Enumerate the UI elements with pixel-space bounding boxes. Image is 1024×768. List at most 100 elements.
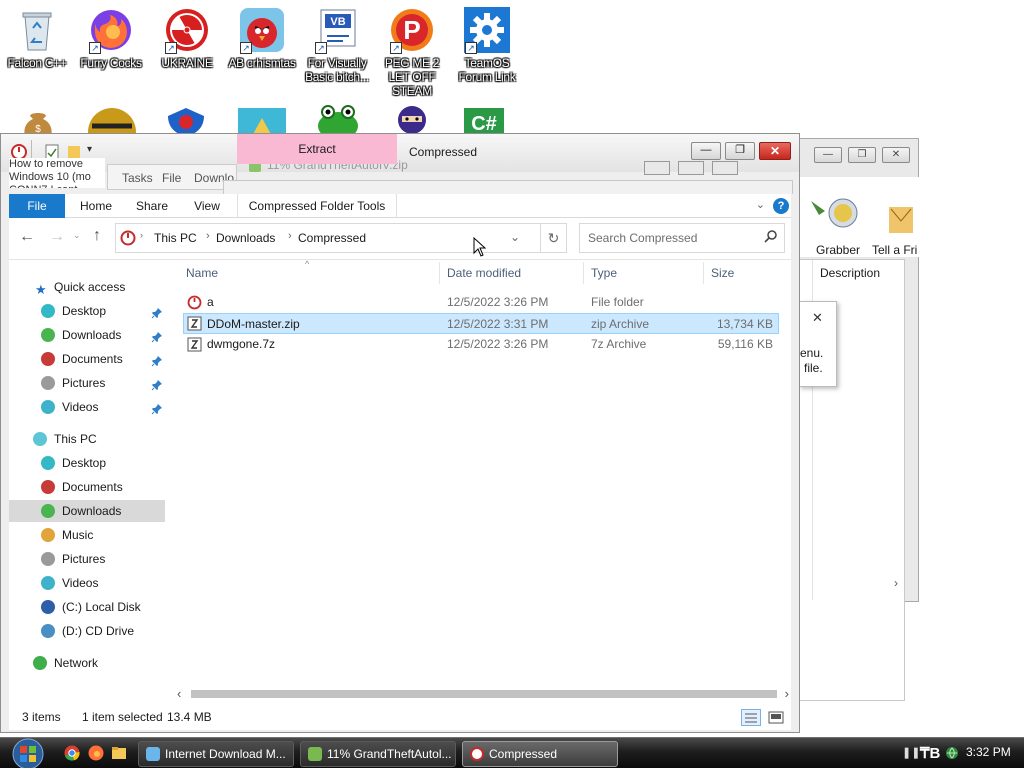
desktop-icon-vb[interactable]: VB ↗ For Visually Basic bitch...	[300, 6, 374, 84]
status-size: 13.4 MB	[167, 710, 212, 724]
nav-network[interactable]: Network	[9, 652, 165, 674]
start-button[interactable]	[8, 738, 50, 768]
breadcrumb-compressed[interactable]: Compressed	[298, 231, 366, 245]
chevron-right-icon[interactable]: ›	[288, 230, 292, 242]
address-dropdown-icon[interactable]: ⌄	[510, 230, 520, 244]
minimize-button[interactable]: —	[814, 147, 842, 163]
explorer-window[interactable]: ▾ How to remove Windows 10 (mo CONN7 I c…	[0, 133, 800, 733]
tab-share[interactable]: Share	[129, 194, 175, 218]
details-view-icon[interactable]	[741, 709, 761, 726]
scroll-right-icon[interactable]: ›	[894, 576, 898, 590]
search-input[interactable]: Search Compressed	[579, 223, 785, 253]
file-row[interactable]: dwmgone.7z 12/5/2022 3:26 PM 7z Archive …	[183, 334, 779, 355]
large-icons-view-icon[interactable]	[767, 709, 785, 726]
taskbar-button-compressed[interactable]: Compressed	[462, 741, 618, 767]
nav-quick-downloads[interactable]: Downloads	[9, 324, 165, 346]
column-type[interactable]: Type	[591, 266, 617, 280]
breadcrumb-this-pc[interactable]: This PC	[154, 231, 197, 245]
close-icon[interactable]: ✕	[812, 310, 823, 326]
tray-app-icon[interactable]: ₸B	[920, 744, 940, 762]
background-window[interactable]: — ❐ ✕ Grabber Tell a Fri Description › ✕…	[798, 138, 919, 701]
tab-view[interactable]: View	[185, 194, 229, 218]
minimize-button[interactable]: —	[691, 142, 721, 160]
nav-pc-pictures[interactable]: Pictures	[9, 548, 165, 570]
firefox-taskbar-icon[interactable]	[88, 745, 104, 764]
tab-file[interactable]: File	[9, 194, 65, 218]
chevron-right-icon[interactable]: ›	[140, 230, 143, 240]
nav-pc-videos[interactable]: Videos	[9, 572, 165, 594]
desktop-icon-peg[interactable]: P ↗ PEG ME 2 LET OFF STEAM	[375, 6, 449, 98]
nav-pc-music[interactable]: Music	[9, 524, 165, 546]
desktop-icon-ukraine[interactable]: ↗ UKRAINE	[150, 6, 224, 70]
nav-pc-desktop[interactable]: Desktop	[9, 452, 165, 474]
navigation-pane[interactable]: ★ Quick access Desktop Downloads Documen…	[9, 260, 167, 705]
extract-context-tab[interactable]: Extract	[237, 134, 397, 164]
quick-access-dropdown-icon[interactable]: ▾	[87, 144, 92, 155]
nav-quick-documents[interactable]: Documents	[9, 348, 165, 370]
pin-icon[interactable]	[151, 376, 163, 391]
nav-pc-cd-drive[interactable]: (D:) CD Drive	[9, 620, 165, 642]
pin-icon[interactable]	[151, 400, 163, 415]
desktop-icon-firefox[interactable]: ↗ Furry Cocks	[74, 6, 148, 70]
network-icon	[33, 656, 47, 670]
file-row-selected[interactable]: DDoM-master.zip 12/5/2022 3:31 PM zip Ar…	[183, 313, 779, 334]
tell-friend-icon[interactable]	[887, 195, 919, 238]
nav-pc-documents[interactable]: Documents	[9, 476, 165, 498]
expand-ribbon-icon[interactable]: ⌄	[756, 198, 765, 211]
file-row[interactable]: a 12/5/2022 3:26 PM File folder	[183, 292, 779, 313]
up-arrow-icon[interactable]: ↑	[93, 227, 101, 245]
back-arrow-icon[interactable]: ←	[19, 228, 35, 246]
pin-icon[interactable]	[151, 328, 163, 343]
taskbar-button-idm[interactable]: Internet Download M...	[138, 741, 294, 767]
close-button[interactable]: ✕	[759, 142, 791, 160]
refresh-button[interactable]: ↻	[541, 223, 567, 253]
music-icon	[41, 528, 55, 542]
scroll-right-icon[interactable]: ›	[785, 686, 789, 701]
column-size[interactable]: Size	[711, 266, 734, 280]
maximize-button[interactable]: ❐	[848, 147, 876, 163]
desktop-icon-falcon[interactable]: Falcon C++	[0, 6, 74, 70]
nav-label: Videos	[62, 400, 99, 414]
scroll-left-icon[interactable]: ‹	[177, 686, 181, 701]
taskbar-button-download[interactable]: 11% GrandTheftAutol...	[300, 741, 456, 767]
file-type: 7z Archive	[591, 337, 647, 351]
chevron-right-icon[interactable]: ›	[206, 230, 210, 242]
help-icon[interactable]: ?	[773, 198, 789, 214]
recent-locations-icon[interactable]: ⌄	[73, 230, 81, 241]
pin-icon[interactable]	[151, 352, 163, 367]
file-explorer-icon[interactable]	[111, 745, 127, 764]
nav-pc-downloads[interactable]: Downloads	[9, 500, 165, 522]
show-hidden-icons[interactable]: ❚❚	[902, 746, 920, 759]
nav-quick-access[interactable]: ★ Quick access	[9, 276, 165, 298]
tab-home[interactable]: Home	[71, 194, 121, 218]
pin-icon[interactable]	[151, 304, 163, 319]
h-scrollbar[interactable]: ›	[800, 576, 904, 592]
nav-quick-videos[interactable]: Videos	[9, 396, 165, 418]
star-icon: ★	[35, 282, 47, 297]
nav-quick-pictures[interactable]: Pictures	[9, 372, 165, 394]
close-button[interactable]: ✕	[882, 147, 910, 163]
nav-pc-local-disk[interactable]: (C:) Local Disk	[9, 596, 165, 618]
horizontal-scrollbar[interactable]: ‹ ›	[177, 686, 789, 702]
nav-this-pc[interactable]: This PC	[9, 428, 165, 450]
title-bar[interactable]: ▾ How to remove Windows 10 (mo CONN7 I c…	[1, 134, 799, 194]
tab-compressed-folder-tools[interactable]: Compressed Folder Tools	[237, 194, 397, 218]
forward-arrow-icon[interactable]: →	[49, 228, 65, 246]
clock[interactable]: 3:32 PM	[966, 745, 1011, 759]
maximize-button[interactable]: ❐	[725, 142, 755, 160]
column-name[interactable]: Name	[186, 266, 218, 280]
search-icon[interactable]	[764, 229, 778, 246]
file-list[interactable]: ^ Name Date modified Type Size a 12/5/20…	[173, 236, 791, 705]
nav-label: (D:) CD Drive	[62, 624, 134, 638]
breadcrumb-downloads[interactable]: Downloads	[216, 231, 275, 245]
folder-window-icon	[470, 747, 484, 761]
vb-icon: VB ↗	[313, 6, 361, 54]
chrome-icon[interactable]	[64, 745, 80, 764]
network-tray-icon[interactable]	[944, 745, 960, 761]
desktop-icon-teamos[interactable]: ↗ TeamOS Forum Link	[450, 6, 524, 84]
nav-quick-desktop[interactable]: Desktop	[9, 300, 165, 322]
column-date-modified[interactable]: Date modified	[447, 266, 521, 280]
scrollbar-thumb[interactable]	[191, 690, 777, 698]
grabber-icon[interactable]	[809, 195, 861, 238]
desktop-icon-ab[interactable]: ↗ AB crhismtas	[225, 6, 299, 70]
